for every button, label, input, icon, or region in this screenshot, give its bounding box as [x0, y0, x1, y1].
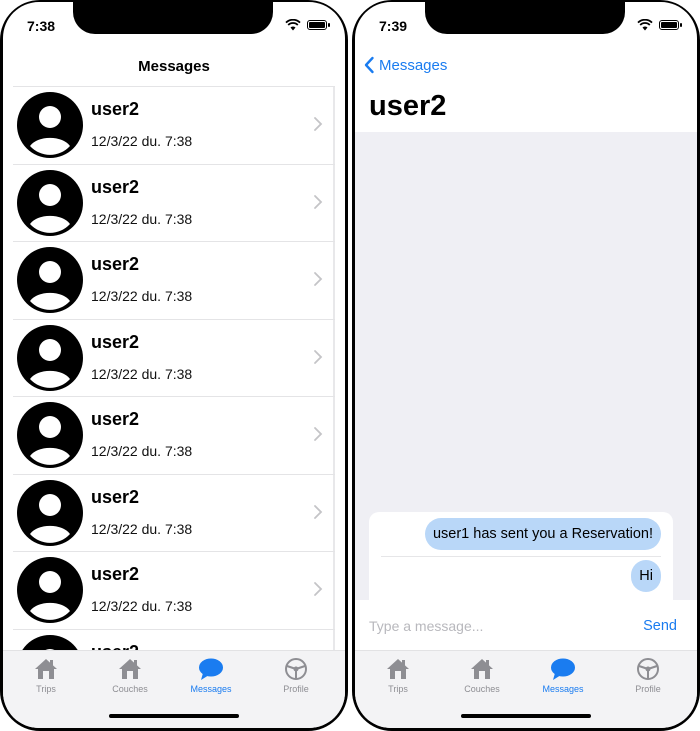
status-time: 7:38 [27, 18, 56, 34]
tab-label: Couches [464, 684, 500, 694]
conversation-row[interactable]: user2 12/3/22 du. 7:38 [13, 397, 335, 475]
tab-label: Trips [388, 684, 408, 694]
notch [425, 2, 625, 34]
tab-label: Couches [112, 684, 148, 694]
conversation-list[interactable]: user2 12/3/22 du. 7:38 user2 12/3/22 du. 7… [13, 86, 335, 650]
battery-icon [659, 20, 682, 30]
tab-label: Messages [190, 684, 232, 694]
tab-profile[interactable]: Profile [613, 657, 683, 694]
conversation-name: user2 [91, 409, 140, 429]
conversation-date: 12/3/22 du. 7:38 [91, 443, 193, 459]
conversation-name: user2 [91, 254, 140, 274]
chevron-right-icon [314, 117, 323, 131]
conversation-date: 12/3/22 du. 7:38 [91, 598, 193, 614]
left-screen: 7:38 Messages user2 12/3/22 du. 7:38 user… [3, 2, 345, 728]
conversation-name: user2 [91, 564, 140, 584]
chevron-left-icon [364, 56, 374, 74]
chevron-right-icon [314, 194, 323, 209]
chevron-right-icon [314, 582, 323, 596]
conversation-row[interactable]: user2 12/3/22 du. 7:38 [13, 475, 335, 552]
chat-title: user2 [369, 90, 447, 122]
tab-couches[interactable]: Couches [447, 657, 517, 694]
conversation-name: user2 [91, 331, 140, 352]
conversation-row[interactable]: user2 [13, 630, 335, 651]
conversation-row[interactable]: user2 12/3/22 du. 7:38 [13, 552, 335, 630]
conversation-date: 12/3/22 du. 7:38 [91, 210, 193, 227]
house-icon [363, 657, 433, 681]
chat-bubble-icon [528, 657, 598, 681]
tab-label: Profile [635, 684, 661, 694]
conversation-row[interactable]: user2 12/3/22 du. 7:38 [13, 242, 335, 320]
right-phone: 7:39 Messages user2 user1 has sent you a… [352, 0, 700, 731]
avatar-icon [22, 634, 78, 650]
send-button[interactable]: Send [643, 618, 677, 634]
right-screen: 7:39 Messages user2 user1 has sent you a… [355, 2, 697, 728]
avatar-icon [17, 247, 83, 313]
message-input[interactable] [369, 618, 609, 634]
page-title: Messages [138, 58, 210, 75]
wifi-icon [637, 19, 653, 31]
chevron-right-icon [314, 504, 323, 519]
conversation-name: user2 [91, 176, 140, 197]
house-icon [447, 657, 517, 681]
home-indicator [109, 714, 239, 718]
avatar-icon [17, 402, 83, 468]
avatar-icon [17, 557, 83, 623]
conversation-row[interactable]: user2 12/3/22 du. 7:38 [13, 320, 335, 397]
status-time: 7:39 [379, 18, 408, 34]
tab-trips[interactable]: Trips [363, 657, 433, 694]
tab-messages[interactable]: Messages [528, 657, 598, 694]
chevron-right-icon [314, 272, 323, 286]
message-bubble: Hi [631, 560, 661, 592]
chevron-right-icon [314, 349, 323, 364]
back-label: Messages [379, 56, 448, 74]
tab-messages[interactable]: Messages [176, 657, 246, 694]
avatar-icon [17, 324, 83, 391]
home-indicator [461, 714, 591, 718]
divider [381, 556, 661, 557]
steering-wheel-icon [261, 657, 331, 681]
avatar-icon [17, 92, 83, 158]
tab-profile[interactable]: Profile [261, 657, 331, 694]
conversation-date: 12/3/22 du. 7:38 [91, 365, 193, 382]
conversation-date: 12/3/22 du. 7:38 [91, 288, 193, 304]
notch [73, 2, 273, 34]
conversation-date: 12/3/22 du. 7:38 [91, 133, 193, 149]
chevron-right-icon [314, 427, 323, 441]
battery-icon [307, 20, 330, 30]
tab-label: Profile [283, 684, 309, 694]
chat-bubble-icon [176, 657, 246, 681]
left-phone: 7:38 Messages user2 12/3/22 du. 7:38 user… [0, 0, 348, 731]
tab-label: Trips [36, 684, 56, 694]
tab-couches[interactable]: Couches [95, 657, 165, 694]
avatar-icon [17, 169, 83, 236]
tab-label: Messages [542, 684, 584, 694]
house-icon [11, 657, 81, 681]
steering-wheel-icon [613, 657, 683, 681]
tab-trips[interactable]: Trips [11, 657, 81, 694]
house-icon [95, 657, 165, 681]
status-icons [285, 19, 330, 31]
wifi-icon [285, 19, 301, 31]
conversation-name: user2 [91, 642, 139, 651]
conversation-name: user2 [91, 99, 140, 119]
conversation-row[interactable]: user2 12/3/22 du. 7:38 [13, 165, 335, 242]
conversation-name: user2 [91, 486, 140, 507]
message-list: user1 has sent you a Reservation! Hi [369, 512, 673, 600]
conversation-date: 12/3/22 du. 7:38 [91, 520, 193, 537]
message-bubble: user1 has sent you a Reservation! [424, 518, 661, 550]
compose-bar: Send [355, 600, 697, 648]
back-button[interactable]: Messages [363, 56, 447, 74]
avatar-icon [17, 479, 83, 546]
status-icons [637, 19, 682, 31]
conversation-row[interactable]: user2 12/3/22 du. 7:38 [13, 87, 335, 165]
